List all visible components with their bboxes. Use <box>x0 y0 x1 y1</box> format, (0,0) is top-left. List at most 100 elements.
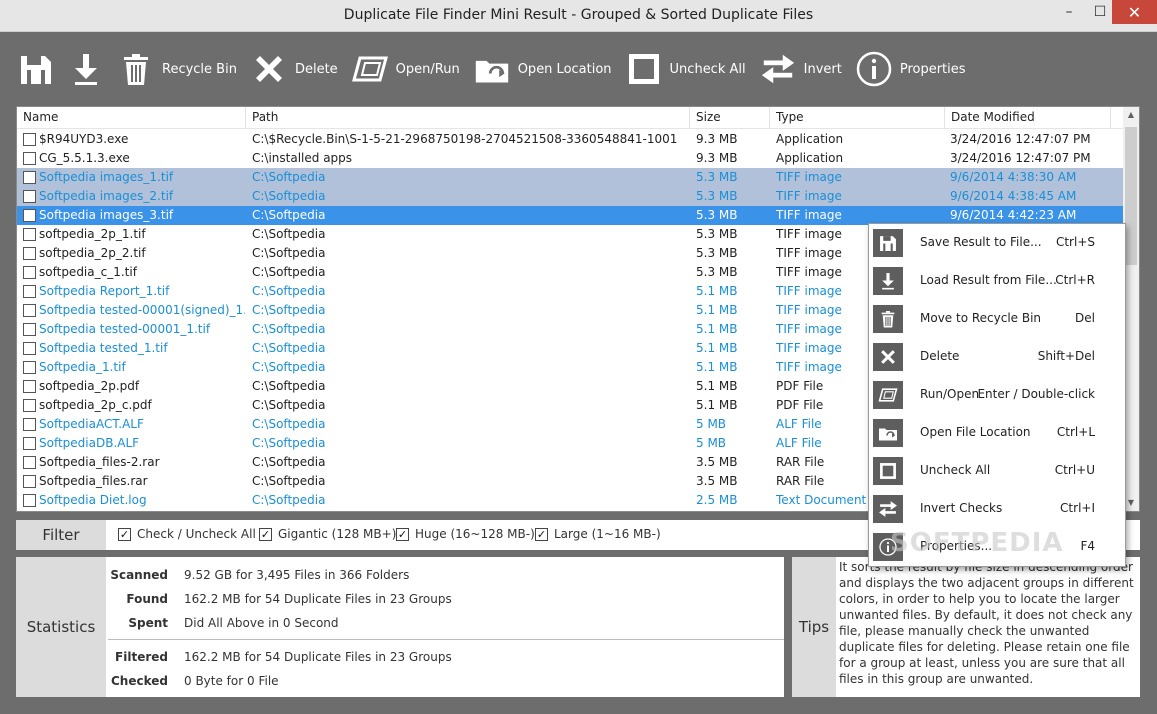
file-name-cell: Softpedia images_3.tif <box>39 208 174 222</box>
row-checkbox[interactable] <box>23 190 36 203</box>
row-checkbox[interactable] <box>23 285 36 298</box>
checkbox-box[interactable]: ✓ <box>259 527 272 541</box>
table-row[interactable]: $R94UYD3.exe C:\$Recycle.Bin\S-1-5-21-296… <box>17 130 1125 149</box>
properties-button[interactable]: Properties <box>856 46 966 92</box>
column-header-type[interactable]: Type <box>770 107 945 129</box>
file-path-cell: C:\Softpedia <box>252 417 326 431</box>
context-menu-shortcut: Enter / Double-click <box>977 387 1095 401</box>
stat-value: 162.2 MB for 54 Duplicate Files in 23 Gr… <box>184 650 452 664</box>
context-menu-item[interactable]: Open File Location Ctrl+L <box>869 414 1125 452</box>
context-menu-item[interactable]: Save Result to File... Ctrl+S <box>869 224 1125 262</box>
window-title: Duplicate File Finder Mini Result - Grou… <box>343 7 814 23</box>
file-size-cell: 5 MB <box>696 417 727 431</box>
row-checkbox[interactable] <box>23 133 36 146</box>
file-name-cell: SoftpediaACT.ALF <box>39 417 144 431</box>
context-menu-item[interactable]: Invert Checks Ctrl+I <box>869 490 1125 528</box>
scroll-thumb[interactable] <box>1125 127 1137 265</box>
stat-checked: Checked 0 Byte for 0 File <box>108 671 778 691</box>
row-checkbox[interactable] <box>23 266 36 279</box>
open-location-label: Open Location <box>517 61 612 77</box>
row-checkbox[interactable] <box>23 228 36 241</box>
stat-spent: Spent Did All Above in 0 Second <box>108 613 778 633</box>
file-path-cell: C:\Softpedia <box>252 303 326 317</box>
file-size-cell: 5 MB <box>696 436 727 450</box>
file-path-cell: C:\Softpedia <box>252 398 326 412</box>
open-location-icon <box>873 419 903 447</box>
stat-scanned: Scanned 9.52 GB for 3,495 Files in 366 F… <box>108 565 778 585</box>
close-button[interactable]: ✕ <box>1112 0 1157 24</box>
context-menu-label: Open File Location <box>920 425 1031 439</box>
column-header-date-modified[interactable]: Date Modified <box>945 107 1111 129</box>
stats-divider <box>108 639 784 640</box>
row-checkbox[interactable] <box>23 304 36 317</box>
row-checkbox[interactable] <box>23 437 36 450</box>
delete-button[interactable]: Delete <box>251 46 338 92</box>
context-menu-shortcut: Ctrl+S <box>1055 235 1095 249</box>
recycle-bin-icon <box>873 305 903 333</box>
gigantic-checkbox[interactable]: ✓ Gigantic (128 MB+) <box>259 527 396 541</box>
row-checkbox[interactable] <box>23 209 36 222</box>
row-checkbox[interactable] <box>23 171 36 184</box>
file-path-cell: C:\Softpedia <box>252 227 326 241</box>
file-name-cell: Softpedia tested-00001_1.tif <box>39 322 211 336</box>
file-size-cell: 5.3 MB <box>696 208 738 222</box>
delete-x-icon <box>873 343 903 371</box>
row-checkbox[interactable] <box>23 342 36 355</box>
file-name-cell: Softpedia Diet.log <box>39 493 147 507</box>
minimize-button[interactable]: – <box>1054 0 1084 24</box>
softpedia-watermark: SOFTPEDIA <box>890 528 1064 558</box>
file-size-cell: 9.3 MB <box>696 151 738 165</box>
context-menu-item[interactable]: Run/Open Enter / Double-click <box>869 376 1125 414</box>
huge-checkbox[interactable]: ✓ Huge (16~128 MB-) <box>396 527 535 541</box>
properties-icon <box>856 51 892 87</box>
load-result-button[interactable] <box>68 46 104 92</box>
checkbox-box[interactable]: ✓ <box>396 527 409 541</box>
uncheck-all-button[interactable]: Uncheck All <box>626 46 746 92</box>
file-size-cell: 5.1 MB <box>696 379 738 393</box>
file-size-cell: 5.1 MB <box>696 284 738 298</box>
file-path-cell: C:\Softpedia <box>252 493 326 507</box>
file-size-cell: 5.1 MB <box>696 341 738 355</box>
scroll-up-icon[interactable]: ▲ <box>1123 107 1139 123</box>
context-menu-label: Save Result to File... <box>920 235 1042 249</box>
file-name-cell: Softpedia_files.rar <box>39 474 148 488</box>
context-menu-item[interactable]: Delete Shift+Del <box>869 338 1125 376</box>
context-menu-label: Load Result from File... <box>920 273 1057 287</box>
table-row[interactable]: Softpedia images_2.tif C:\Softpedia 5.3 MB… <box>17 187 1125 206</box>
file-type-cell: Application <box>776 132 844 146</box>
file-size-cell: 3.5 MB <box>696 474 738 488</box>
maximize-button[interactable]: ☐ <box>1085 0 1115 24</box>
column-header-name[interactable]: Name <box>17 107 246 129</box>
row-checkbox[interactable] <box>23 152 36 165</box>
stat-key: Scanned <box>110 568 168 582</box>
context-menu-shortcut: Ctrl+I <box>1060 501 1095 515</box>
row-checkbox[interactable] <box>23 494 36 507</box>
row-checkbox[interactable] <box>23 361 36 374</box>
check-uncheck-all-checkbox[interactable]: ✓ Check / Uncheck All <box>118 527 256 541</box>
column-header-size[interactable]: Size <box>690 107 770 129</box>
checkbox-box[interactable]: ✓ <box>535 527 548 541</box>
row-checkbox[interactable] <box>23 323 36 336</box>
row-checkbox[interactable] <box>23 247 36 260</box>
recycle-bin-button[interactable]: Recycle Bin <box>118 46 237 92</box>
open-run-button[interactable]: Open/Run <box>351 46 460 92</box>
large-checkbox[interactable]: ✓ Large (1~16 MB-) <box>535 527 661 541</box>
invert-button[interactable]: Invert <box>760 46 842 92</box>
open-location-button[interactable]: Open Location <box>474 46 612 92</box>
table-row[interactable]: CG_5.5.1.3.exe C:\installed apps 9.3 MB App… <box>17 149 1125 168</box>
invert-label: Invert <box>803 61 842 77</box>
column-header-path[interactable]: Path <box>246 107 690 129</box>
context-menu-item[interactable]: Load Result from File... Ctrl+R <box>869 262 1125 300</box>
file-name-cell: Softpedia images_2.tif <box>39 189 174 203</box>
stat-key: Spent <box>128 616 168 630</box>
context-menu-item[interactable]: Move to Recycle Bin Del <box>869 300 1125 338</box>
checkbox-box[interactable]: ✓ <box>118 527 131 541</box>
row-checkbox[interactable] <box>23 418 36 431</box>
row-checkbox[interactable] <box>23 475 36 488</box>
table-row[interactable]: Softpedia images_1.tif C:\Softpedia 5.3 MB… <box>17 168 1125 187</box>
row-checkbox[interactable] <box>23 399 36 412</box>
row-checkbox[interactable] <box>23 380 36 393</box>
context-menu-item[interactable]: Uncheck All Ctrl+U <box>869 452 1125 490</box>
row-checkbox[interactable] <box>23 456 36 469</box>
save-result-button[interactable] <box>18 46 54 92</box>
